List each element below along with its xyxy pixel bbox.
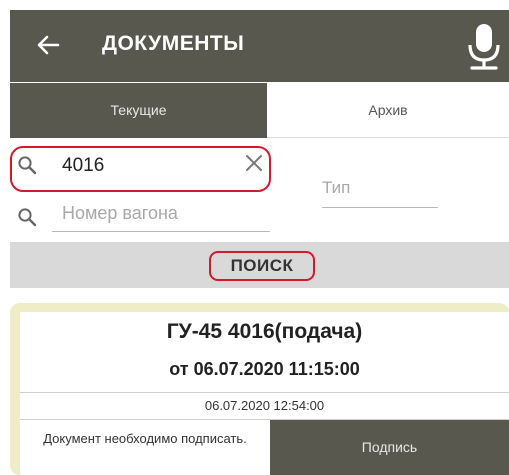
tab-current[interactable]: Текущие	[10, 83, 267, 138]
document-card[interactable]: ГУ-45 4016(подача) от 06.07.2020 11:15:0…	[10, 303, 509, 475]
document-title: ГУ-45 4016(подача)	[166, 320, 363, 343]
voice-search-button[interactable]	[461, 21, 507, 73]
tab-archive[interactable]: Архив	[267, 83, 509, 138]
document-card-body: ГУ-45 4016(подача) от 06.07.2020 11:15:0…	[20, 312, 509, 475]
microphone-icon	[468, 24, 500, 70]
field-underline	[322, 207, 438, 208]
back-button[interactable]	[32, 30, 66, 60]
search-icon	[18, 208, 37, 227]
page-title: ДОКУМЕНТЫ	[102, 32, 245, 55]
type-field[interactable]: Тип	[322, 176, 438, 208]
arrow-left-icon	[37, 35, 60, 55]
document-status: Документ необходимо подписать.	[43, 431, 247, 446]
search-field-highlight	[10, 146, 271, 192]
document-subtitle: от 06.07.2020 11:15:00	[169, 359, 360, 379]
search-button[interactable]: ПОИСК	[209, 251, 315, 281]
field-underline	[52, 231, 270, 232]
wagon-number-search-field[interactable]: Номер вагона	[10, 200, 275, 234]
app-bar: ДОКУМЕНТЫ	[10, 10, 509, 82]
sign-button[interactable]: Подпись	[270, 420, 509, 475]
tab-bar: Текущие Архив	[10, 83, 509, 138]
search-bar: ПОИСК	[10, 242, 509, 288]
wagon-number-input[interactable]: Номер вагона	[62, 203, 178, 224]
document-date: 06.07.2020 12:54:00	[204, 398, 325, 413]
type-placeholder: Тип	[322, 178, 351, 197]
divider	[20, 392, 509, 393]
